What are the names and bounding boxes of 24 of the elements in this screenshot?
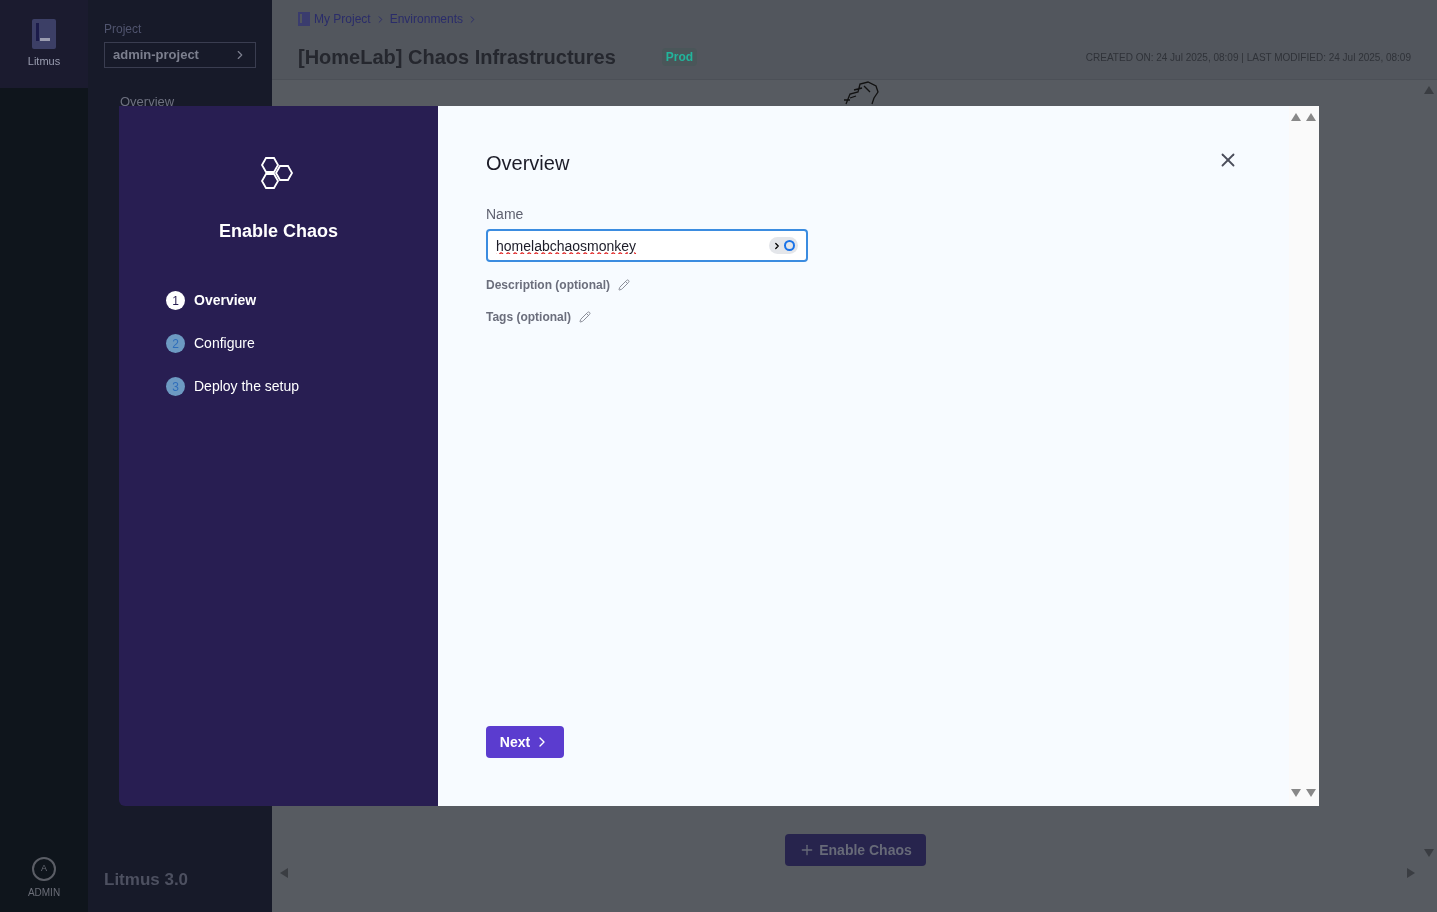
avatar[interactable]: A <box>32 857 56 881</box>
step-label[interactable]: Overview <box>194 290 257 311</box>
enable-chaos-button[interactable]: Enable Chaos <box>785 834 926 866</box>
next-button[interactable]: Next <box>486 726 564 758</box>
step-label[interactable]: Configure <box>194 333 255 354</box>
step-number: 1 <box>166 291 185 310</box>
dialog-title: Enable Chaos <box>219 220 338 243</box>
edit-icon[interactable] <box>579 311 592 323</box>
step-number: 3 <box>166 377 185 396</box>
book-icon <box>298 12 310 26</box>
section-heading: Overview <box>486 151 570 176</box>
step-number: 2 <box>166 334 185 353</box>
name-field[interactable]: homelabchaosmonkey <box>486 229 808 262</box>
app-name: Litmus <box>27 53 61 69</box>
project-selector[interactable]: admin-project <box>104 42 256 68</box>
environment-tag: Prod <box>661 48 698 66</box>
user-role: ADMIN <box>27 886 61 900</box>
project-label: Project <box>104 21 143 38</box>
edit-icon[interactable] <box>618 279 630 291</box>
optional-field-label[interactable]: Tags (optional) <box>486 308 572 326</box>
step-label[interactable]: Deploy the setup <box>194 376 300 397</box>
logo-icon <box>32 18 56 49</box>
optional-field-label[interactable]: Description (optional) <box>486 276 610 294</box>
field-label: Name <box>486 205 525 224</box>
